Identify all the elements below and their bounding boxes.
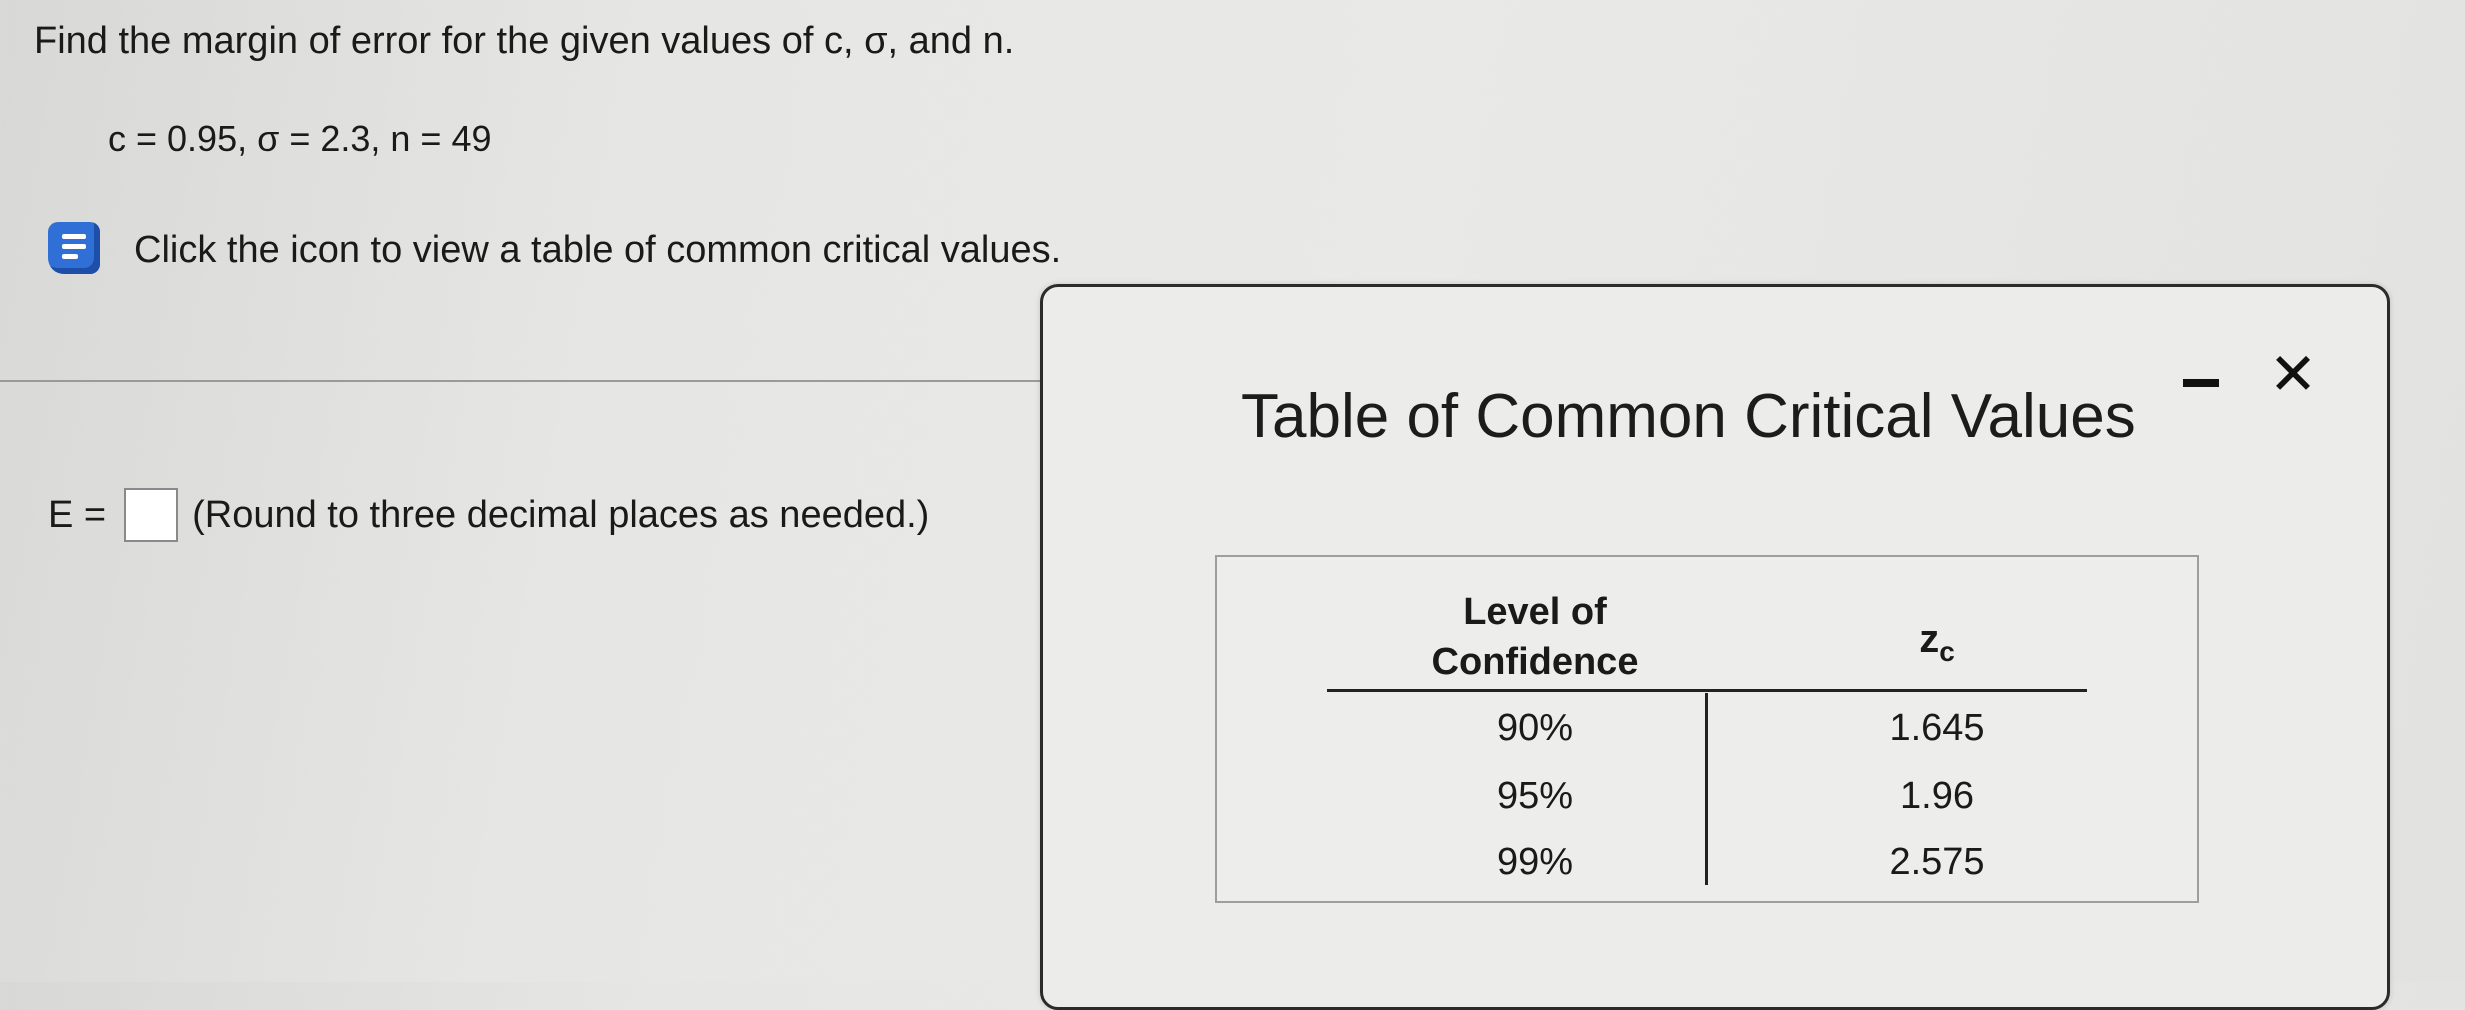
book-icon[interactable] [44,218,108,282]
table-cell-level: 90% [1496,707,1574,749]
table-cell-level: 99% [1496,841,1574,883]
critical-values-popup: Table of Common Critical Values ✕ Level … [1040,284,2390,1010]
header-rule [1327,689,2087,692]
table-cell-z: 1.96 [1900,775,1974,817]
question-title: Find the margin of error for the given v… [34,20,1015,62]
header-z-sub: c [1939,636,1955,667]
hint-text: Click the icon to view a table of common… [134,228,1062,271]
given-values: c = 0.95, σ = 2.3, n = 49 [108,118,492,159]
table-cell-z: 1.645 [1889,707,1985,749]
answer-label: E = [48,493,107,536]
hint-row: Click the icon to view a table of common… [44,218,1061,282]
popup-title: Table of Common Critical Values [1241,382,2136,451]
answer-row: E = (Round to three decimal places as ne… [48,488,929,542]
critical-values-table: Level of Confidence zc 90% 1.645 95% 1.9… [1215,555,2199,903]
answer-input[interactable] [124,488,179,542]
section-divider [0,380,1040,382]
table-cell-level: 95% [1496,775,1574,817]
header-z-main: z [1919,617,1940,661]
round-instruction: (Round to three decimal places as needed… [192,493,930,536]
header-z-critical: zc [1877,617,1997,668]
minimize-icon[interactable] [2181,369,2221,403]
column-rule [1705,693,1708,885]
close-icon[interactable]: ✕ [2263,345,2323,405]
header-level-of-confidence: Level of Confidence [1431,591,1639,683]
table-cell-z: 2.575 [1889,841,1985,883]
